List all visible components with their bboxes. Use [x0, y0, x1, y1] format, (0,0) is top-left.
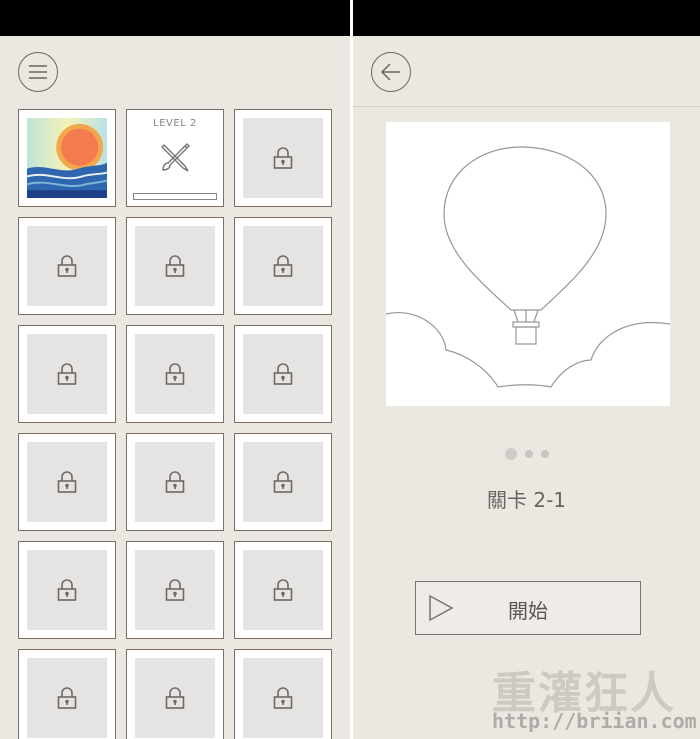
locked-level-fill — [135, 550, 215, 630]
lock-icon — [57, 471, 77, 493]
locked-level-fill — [135, 334, 215, 414]
locked-level-fill — [27, 442, 107, 522]
locked-level-fill — [27, 226, 107, 306]
page-dot[interactable] — [540, 450, 549, 458]
lock-icon — [273, 363, 293, 385]
back-arrow-icon — [380, 63, 400, 81]
lock-icon — [165, 579, 185, 601]
locked-level-fill — [27, 334, 107, 414]
lock-icon — [273, 255, 293, 277]
hot-air-balloon-outline — [385, 146, 671, 388]
level-tools-icon-wrap — [159, 140, 193, 178]
lock-icon — [273, 687, 293, 709]
lock-icon — [273, 147, 293, 169]
level-tile[interactable] — [18, 649, 116, 739]
lock-icon — [57, 363, 77, 385]
level-tile[interactable] — [18, 109, 116, 207]
locked-level-fill — [243, 118, 323, 198]
header-divider — [353, 106, 700, 107]
lock-icon — [57, 579, 77, 601]
menu-button[interactable] — [18, 52, 58, 92]
level-select-panel: LEVEL 2 — [0, 36, 350, 739]
level-detail-panel: 關卡 2-1 開始 重灌狂人 http://briian.com — [353, 36, 700, 739]
lock-icon — [273, 579, 293, 601]
lock-icon — [165, 471, 185, 493]
watermark-url: http://briian.com — [492, 709, 697, 733]
locked-level-fill — [243, 442, 323, 522]
level-tile[interactable] — [18, 433, 116, 531]
locked-level-fill — [243, 334, 323, 414]
watermark: 重灌狂人 http://briian.com — [492, 657, 697, 733]
level-tile[interactable] — [234, 325, 332, 423]
level-tile[interactable] — [126, 433, 224, 531]
page-dot[interactable] — [524, 450, 533, 458]
locked-level-fill — [135, 226, 215, 306]
level-tile[interactable] — [234, 433, 332, 531]
lock-icon — [57, 255, 77, 277]
level-tile[interactable] — [234, 649, 332, 739]
back-button[interactable] — [371, 52, 411, 92]
sunset-art-icon — [27, 118, 107, 198]
level-tile[interactable] — [126, 325, 224, 423]
pencil-brush-crossed-icon — [161, 143, 190, 172]
level-thumbnail — [27, 118, 107, 198]
level-tile[interactable] — [126, 217, 224, 315]
lock-icon — [165, 255, 185, 277]
start-button[interactable]: 開始 — [415, 581, 641, 635]
page-indicator — [353, 448, 700, 460]
lock-icon — [57, 687, 77, 709]
level-progress-bar — [133, 193, 217, 200]
locked-level-fill — [243, 226, 323, 306]
lock-icon — [165, 363, 185, 385]
level-tile[interactable] — [126, 649, 224, 739]
level-tile[interactable]: LEVEL 2 — [126, 109, 224, 207]
locked-level-fill — [135, 658, 215, 738]
start-button-label: 開始 — [508, 599, 548, 623]
locked-level-fill — [135, 442, 215, 522]
lock-icon — [273, 471, 293, 493]
locked-level-fill — [27, 550, 107, 630]
level-tile[interactable] — [18, 325, 116, 423]
level-tile[interactable] — [126, 541, 224, 639]
page-dot[interactable] — [504, 448, 517, 460]
level-tile[interactable] — [18, 217, 116, 315]
level-title: LEVEL 2 — [153, 118, 197, 129]
level-tile[interactable] — [234, 217, 332, 315]
lock-icon — [165, 687, 185, 709]
level-preview-image — [385, 122, 671, 406]
stage-label: 關卡 2-1 — [486, 488, 567, 512]
level-tile[interactable] — [234, 541, 332, 639]
locked-level-fill — [243, 658, 323, 738]
locked-level-fill — [27, 658, 107, 738]
level-tile[interactable] — [234, 109, 332, 207]
level-tile[interactable] — [18, 541, 116, 639]
locked-level-fill — [243, 550, 323, 630]
hamburger-menu-icon — [29, 65, 47, 79]
